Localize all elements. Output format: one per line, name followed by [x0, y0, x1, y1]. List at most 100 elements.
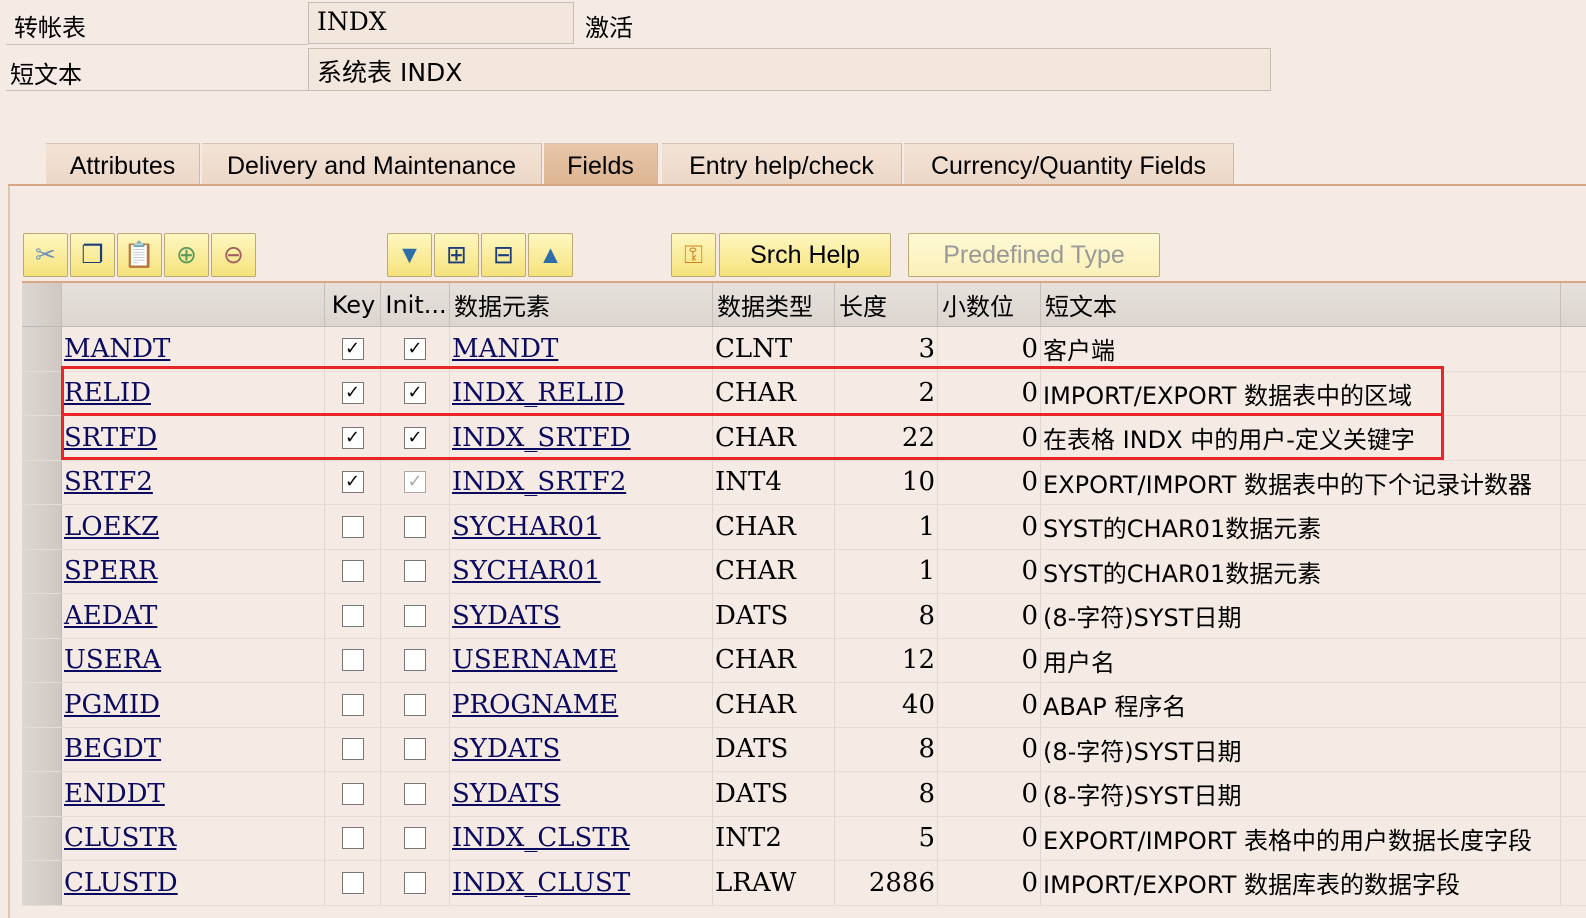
- srch-help-button[interactable]: Srch Help: [719, 233, 891, 277]
- data-element-link[interactable]: MANDT: [452, 334, 558, 364]
- col-key[interactable]: Key: [325, 283, 381, 326]
- length: 5: [835, 816, 938, 860]
- data-element-link[interactable]: SYDATS: [452, 779, 560, 809]
- field-name[interactable]: SPERR: [64, 556, 157, 586]
- key-checkbox[interactable]: [341, 604, 364, 627]
- key-checkbox[interactable]: ✓: [341, 471, 364, 494]
- short-text-field[interactable]: 系统表 INDX: [308, 48, 1271, 91]
- key-checkbox[interactable]: [341, 560, 364, 583]
- table-row: ENDDT SYDATS DATS 8 0 (8-字符)SYST日期: [22, 772, 1586, 817]
- key-button[interactable]: ⚿: [671, 233, 716, 277]
- row-selector[interactable]: [22, 861, 62, 905]
- col-decimals[interactable]: 小数位: [938, 283, 1041, 326]
- data-element-link[interactable]: INDX_CLSTR: [452, 823, 629, 853]
- initial-values-checkbox[interactable]: [404, 515, 426, 538]
- row-selector[interactable]: [22, 505, 62, 549]
- data-element-link[interactable]: PROGNAME: [452, 690, 618, 720]
- tab-delivery-maintenance[interactable]: Delivery and Maintenance: [202, 143, 542, 185]
- data-element-link[interactable]: INDX_SRTF2: [452, 467, 626, 497]
- data-element-link[interactable]: USERNAME: [452, 645, 617, 675]
- initial-values-checkbox[interactable]: [404, 738, 426, 761]
- copy-button[interactable]: ❐: [70, 233, 115, 277]
- key-checkbox[interactable]: [341, 515, 364, 538]
- decimals: 0: [938, 683, 1041, 727]
- initial-values-checkbox[interactable]: [404, 827, 426, 850]
- key-checkbox[interactable]: [341, 738, 364, 761]
- short-text: 用户名: [1041, 638, 1561, 682]
- move-up-button[interactable]: ▲: [528, 233, 573, 277]
- row-selector[interactable]: [22, 772, 62, 816]
- initial-values-checkbox[interactable]: [404, 693, 426, 716]
- short-text: ABAP 程序名: [1041, 683, 1561, 727]
- row-selector[interactable]: [22, 638, 62, 682]
- row-selector[interactable]: [22, 594, 62, 638]
- initial-values-checkbox[interactable]: [404, 782, 426, 805]
- decimals: 0: [938, 772, 1041, 816]
- col-data-element[interactable]: 数据元素: [450, 283, 713, 326]
- row-selector[interactable]: [22, 460, 62, 504]
- tab-currency-quantity[interactable]: Currency/Quantity Fields: [904, 143, 1234, 185]
- key-checkbox[interactable]: [341, 871, 364, 894]
- key-checkbox[interactable]: [341, 827, 364, 850]
- field-name[interactable]: MANDT: [64, 334, 170, 364]
- data-element-link[interactable]: SYDATS: [452, 601, 560, 631]
- decimals: 0: [938, 505, 1041, 549]
- collapse-button[interactable]: ⊟: [481, 233, 526, 277]
- row-selector[interactable]: [22, 327, 62, 371]
- data-element-link[interactable]: SYCHAR01: [452, 556, 601, 586]
- length: 3: [835, 327, 938, 371]
- field-name[interactable]: LOEKZ: [64, 512, 159, 542]
- data-element-link[interactable]: SYCHAR01: [452, 512, 601, 542]
- row-selector[interactable]: [22, 371, 62, 415]
- initial-values-checkbox[interactable]: [404, 560, 426, 583]
- tab-entry-help[interactable]: Entry help/check: [662, 143, 902, 185]
- table-label: 转帐表: [14, 14, 86, 42]
- data-element-link[interactable]: SYDATS: [452, 734, 560, 764]
- paste-button[interactable]: 📋: [117, 233, 162, 277]
- insert-row-button[interactable]: ⊕: [164, 233, 209, 277]
- row-selector[interactable]: [22, 816, 62, 860]
- initial-values-checkbox[interactable]: [404, 649, 426, 672]
- initial-values-checkbox[interactable]: [404, 604, 426, 627]
- initial-values-checkbox[interactable]: ✓: [404, 471, 426, 494]
- select-all-cell[interactable]: [22, 283, 62, 326]
- tab-fields[interactable]: Fields: [544, 143, 658, 185]
- highlight-box-srtfd: [61, 413, 1444, 460]
- table-row: CLUSTD INDX_CLUST LRAW 2886 0 IMPORT/EXP…: [22, 861, 1586, 906]
- field-name[interactable]: BEGDT: [64, 734, 161, 764]
- data-type: CHAR: [713, 683, 835, 727]
- field-name[interactable]: ENDDT: [64, 779, 165, 809]
- col-init[interactable]: Init...: [381, 283, 450, 326]
- expand-button[interactable]: ⊞: [434, 233, 479, 277]
- move-down-button[interactable]: ▼: [387, 233, 432, 277]
- length: 8: [835, 594, 938, 638]
- cut-button[interactable]: ✂: [23, 233, 68, 277]
- initial-values-checkbox[interactable]: ✓: [404, 337, 426, 360]
- key-checkbox[interactable]: [341, 693, 364, 716]
- tab-attributes[interactable]: Attributes: [46, 143, 200, 185]
- initial-values-checkbox[interactable]: [404, 871, 426, 894]
- col-short-text[interactable]: 短文本: [1041, 283, 1561, 326]
- col-data-type[interactable]: 数据类型: [713, 283, 835, 326]
- col-length[interactable]: 长度: [835, 283, 938, 326]
- field-name[interactable]: CLUSTD: [64, 868, 178, 898]
- field-name[interactable]: PGMID: [64, 690, 160, 720]
- field-name[interactable]: USERA: [64, 645, 161, 675]
- key-checkbox[interactable]: [341, 782, 364, 805]
- row-selector[interactable]: [22, 416, 62, 460]
- data-element-link[interactable]: INDX_CLUST: [452, 868, 630, 898]
- length: 8: [835, 772, 938, 816]
- field-name[interactable]: SRTF2: [64, 467, 153, 497]
- insert-row-icon: ⊕: [176, 241, 197, 269]
- row-selector[interactable]: [22, 549, 62, 593]
- field-name[interactable]: CLUSTR: [64, 823, 176, 853]
- field-name[interactable]: AEDAT: [64, 601, 157, 631]
- delete-row-button[interactable]: ⊖: [211, 233, 256, 277]
- key-checkbox[interactable]: ✓: [341, 337, 364, 360]
- data-type: INT4: [713, 460, 835, 504]
- table-name-field[interactable]: INDX: [308, 2, 574, 44]
- row-selector[interactable]: [22, 683, 62, 727]
- predefined-type-button[interactable]: Predefined Type: [908, 233, 1160, 277]
- row-selector[interactable]: [22, 727, 62, 771]
- key-checkbox[interactable]: [341, 649, 364, 672]
